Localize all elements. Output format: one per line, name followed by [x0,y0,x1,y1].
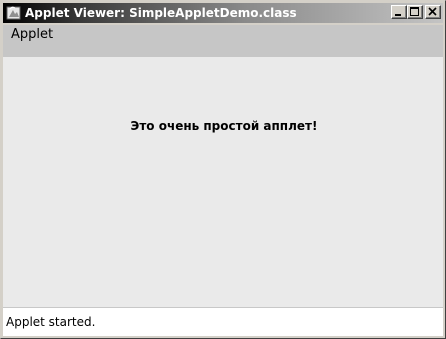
minimize-button[interactable] [391,5,407,19]
window-controls [391,5,441,19]
applet-canvas[interactable] [3,57,443,307]
title-bar[interactable]: Applet Viewer: SimpleAppletDemo.class [3,3,443,23]
menu-bar: Applet [3,25,443,57]
maximize-button[interactable] [407,5,423,19]
applet-viewer-window: Applet Viewer: SimpleAppletDemo.class Ap… [0,0,446,339]
minimize-icon [395,14,401,16]
menu-applet[interactable]: Applet [9,27,55,43]
close-button[interactable] [425,5,441,19]
close-icon [428,7,437,16]
status-bar: Applet started. [3,307,443,336]
status-text: Applet started. [6,315,96,329]
maximize-icon [410,7,419,16]
applet-message: Это очень простой апплет! [130,119,318,133]
java-applet-icon[interactable] [6,5,22,21]
window-title: Applet Viewer: SimpleAppletDemo.class [25,6,297,20]
